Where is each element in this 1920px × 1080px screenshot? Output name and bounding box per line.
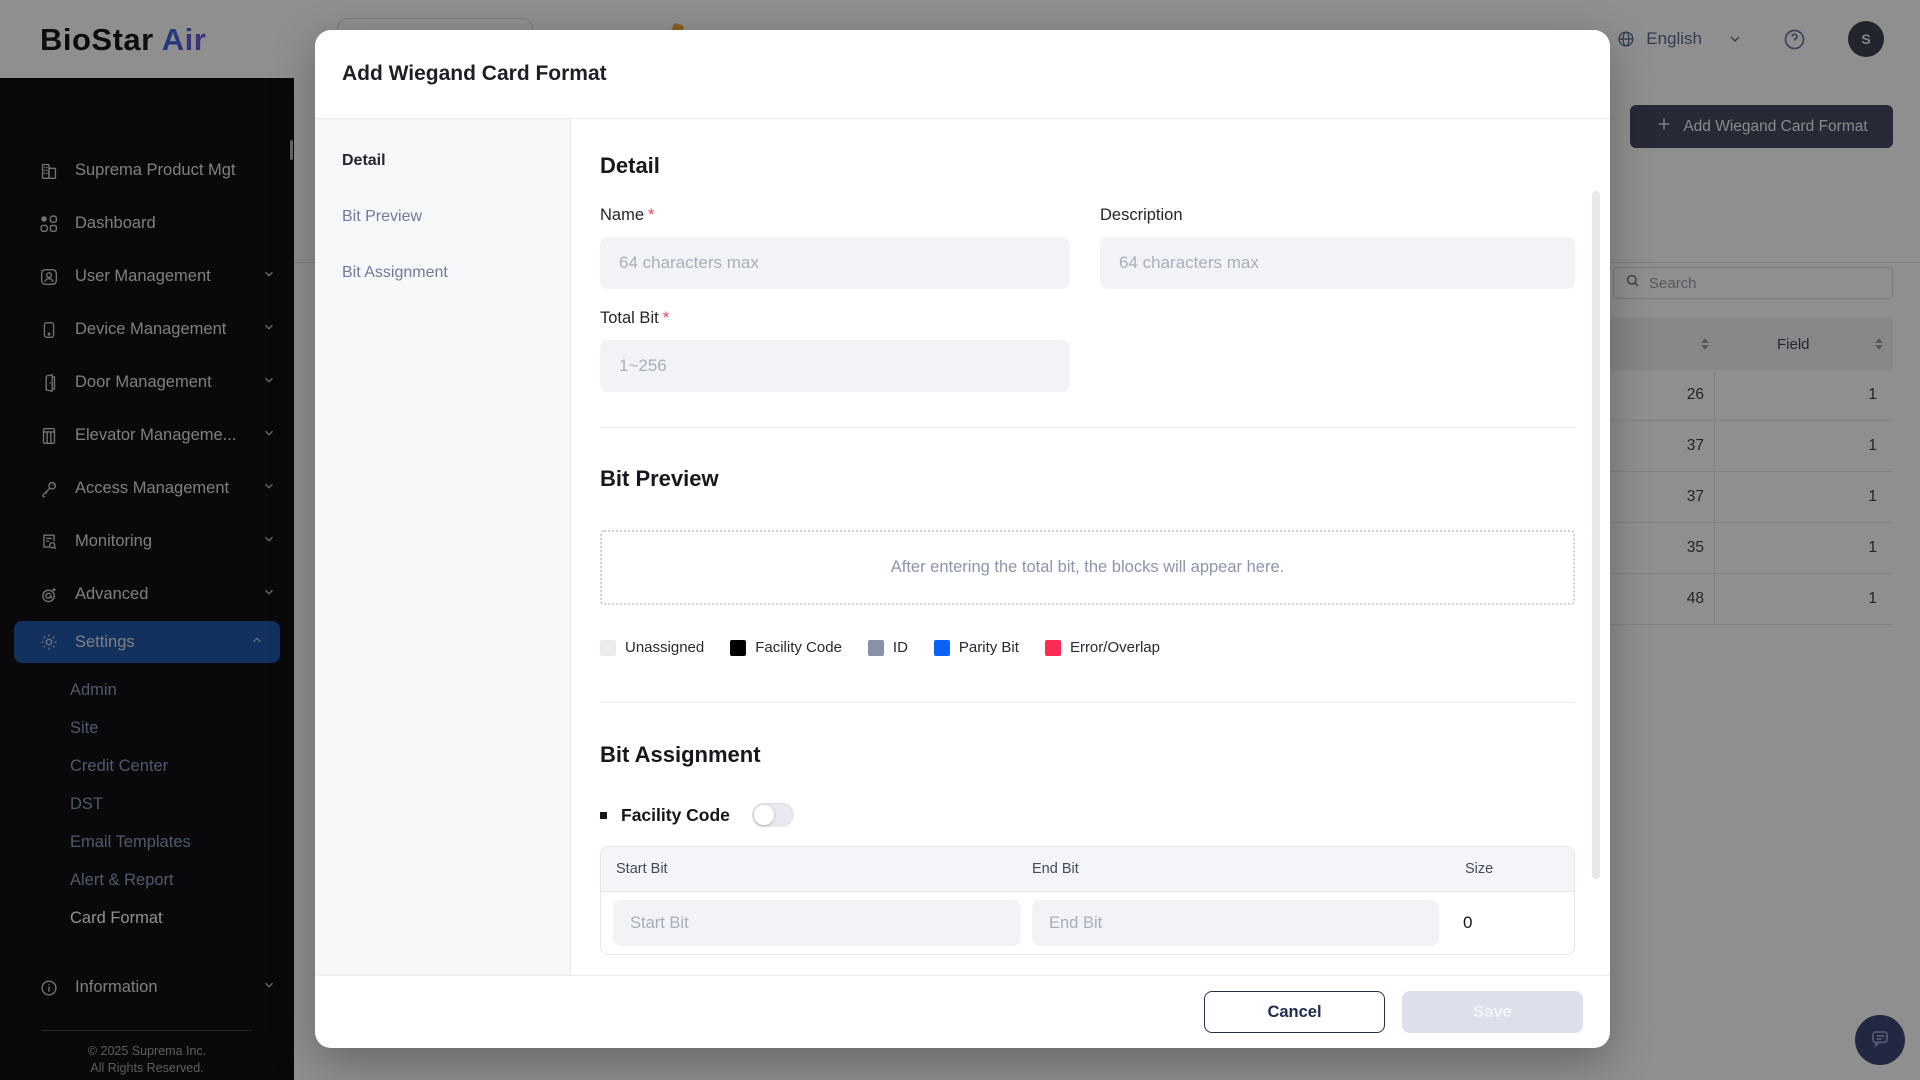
bit-preview-empty-message: After entering the total bit, the blocks… (890, 558, 1285, 576)
add-wiegand-card-format-dialog: Add Wiegand Card Format Detail Bit Previ… (315, 30, 1610, 1048)
biostar-air-app: BioStar Air English S Suprema Product Mg… (0, 0, 1920, 1080)
bit-assignment-heading: Bit Assignment (600, 742, 761, 767)
total-bit-label: Total Bit * (600, 309, 670, 327)
assignment-table-header: Start Bit End Bit Size (601, 847, 1574, 892)
size-column-header: Size (1465, 861, 1494, 877)
cancel-button[interactable]: Cancel (1204, 991, 1385, 1033)
description-label: Description (1100, 206, 1183, 224)
facility-code-toggle[interactable] (751, 803, 794, 827)
facility-code-row: Facility Code (600, 800, 1575, 830)
section-divider (600, 427, 1575, 428)
section-divider (600, 702, 1575, 703)
detail-section-heading: Detail (600, 153, 660, 178)
start-bit-column-header: Start Bit (616, 861, 668, 877)
legend-item-facility-code: Facility Code (730, 639, 842, 656)
description-field[interactable] (1100, 237, 1575, 289)
name-field[interactable] (600, 237, 1070, 289)
dialog-body: Detail Bit Preview Bit Assignment Detail… (315, 118, 1610, 975)
chat-widget-button[interactable] (1855, 1015, 1905, 1065)
assignment-table-row: 0 (601, 892, 1574, 954)
legend-item-error-overlap: Error/Overlap (1044, 639, 1160, 656)
facility-code-label: Facility Code (621, 804, 730, 825)
required-asterisk: * (648, 206, 655, 224)
name-label: Name * (600, 206, 655, 224)
total-bit-field[interactable] (600, 340, 1070, 392)
dialog-header: Add Wiegand Card Format (315, 30, 1610, 118)
legend-swatch (933, 639, 950, 656)
legend-swatch (867, 639, 884, 656)
end-bit-field[interactable] (1032, 900, 1439, 946)
chat-bubble-icon (1867, 1025, 1893, 1056)
bit-legend: Unassigned Facility Code ID Parity Bit E… (600, 639, 1575, 656)
legend-item-id: ID (867, 639, 908, 656)
legend-swatch (1044, 639, 1061, 656)
dialog-nav-bit-preview[interactable]: Bit Preview (315, 189, 570, 245)
dialog-nav-detail[interactable]: Detail (315, 133, 570, 189)
dialog-content: Detail Name* Description Tot (571, 119, 1610, 975)
bit-preview-empty-box: After entering the total bit, the blocks… (600, 530, 1575, 605)
legend-swatch (600, 639, 616, 656)
bit-preview-heading: Bit Preview (600, 466, 719, 491)
legend-swatch (730, 639, 747, 656)
save-button[interactable]: Save (1402, 991, 1583, 1033)
dialog-title: Add Wiegand Card Format (342, 62, 607, 85)
legend-item-parity-bit: Parity Bit (933, 639, 1019, 656)
end-bit-column-header: End Bit (1032, 861, 1079, 877)
legend-item-unassigned: Unassigned (600, 639, 704, 656)
bit-assignment-table: Start Bit End Bit Size 0 (600, 846, 1575, 955)
dialog-nav-bit-assignment[interactable]: Bit Assignment (315, 245, 570, 301)
toggle-knob (753, 805, 774, 825)
bullet-icon (600, 811, 607, 819)
dialog-footer: Cancel Save (315, 975, 1610, 1048)
dialog-section-nav: Detail Bit Preview Bit Assignment (315, 119, 571, 975)
start-bit-field[interactable] (613, 900, 1021, 946)
size-value: 0 (1463, 913, 1473, 932)
required-asterisk: * (662, 309, 670, 327)
dialog-scrollbar[interactable] (1592, 191, 1600, 879)
